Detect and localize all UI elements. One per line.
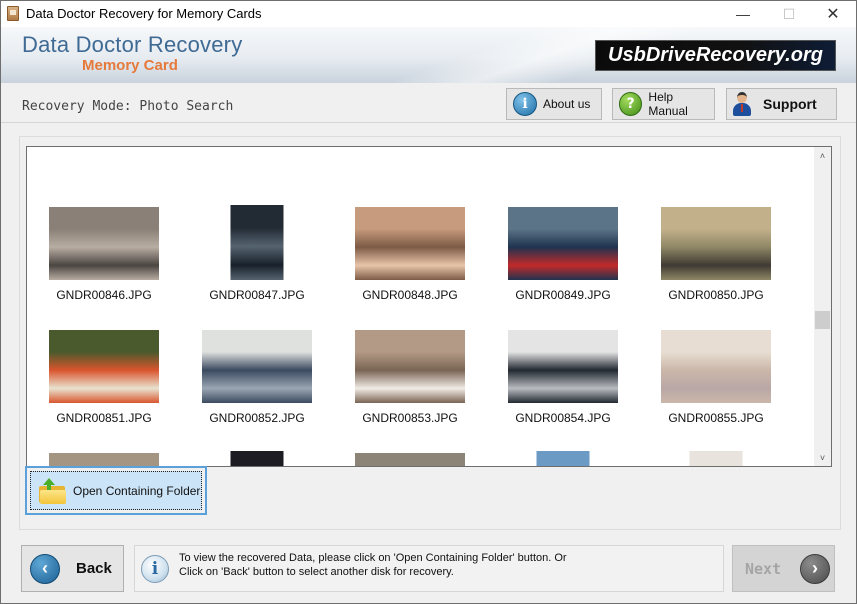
next-button-disabled[interactable]: Next ›: [732, 545, 835, 592]
photo-thumbnail[interactable]: [689, 451, 743, 466]
support-person-icon: [733, 92, 751, 116]
help-manual-button[interactable]: ? Help Manual: [612, 88, 715, 120]
info-icon: i: [141, 555, 169, 583]
photo-item[interactable]: GNDR00853.JPG: [335, 315, 485, 425]
info-message: To view the recovered Data, please click…: [179, 551, 567, 579]
info-message-box: i To view the recovered Data, please cli…: [134, 545, 724, 592]
next-arrow-icon: ›: [800, 553, 830, 584]
photo-item[interactable]: GNDR00858.JPG: [335, 438, 485, 466]
photo-gallery[interactable]: GNDR00846.JPG GNDR00847.JPG GNDR00848.JPG G…: [26, 146, 832, 467]
photo-thumbnail[interactable]: [355, 330, 465, 403]
about-us-label: About us: [543, 97, 591, 111]
back-button[interactable]: ‹ Back: [21, 545, 124, 592]
site-badge: UsbDriveRecovery.org: [595, 40, 836, 71]
photo-item[interactable]: GNDR00850.JPG: [641, 192, 791, 302]
photo-thumbnail[interactable]: [230, 205, 284, 280]
open-folder-label: Open Containing Folder: [73, 483, 201, 498]
back-arrow-icon: ‹: [30, 553, 60, 584]
photo-filename: GNDR00852.JPG: [209, 411, 305, 425]
photo-thumbnail[interactable]: [536, 451, 590, 466]
question-icon: ?: [619, 92, 643, 116]
photo-item[interactable]: GNDR00851.JPG: [29, 315, 179, 425]
window-title: Data Doctor Recovery for Memory Cards: [26, 6, 262, 21]
title-bar: Data Doctor Recovery for Memory Cards — …: [1, 1, 856, 27]
photo-filename: GNDR00854.JPG: [515, 411, 611, 425]
photo-thumbnail[interactable]: [661, 207, 771, 280]
header-banner: Data Doctor Recovery Memory Card UsbDriv…: [1, 27, 856, 83]
folder-open-icon: [39, 477, 67, 504]
photo-filename: GNDR00851.JPG: [56, 411, 152, 425]
photo-item[interactable]: GNDR00857.JPG: [182, 438, 332, 466]
photo-thumbnail[interactable]: [355, 453, 465, 466]
photo-thumbnail[interactable]: [355, 207, 465, 280]
photo-thumbnail[interactable]: [49, 453, 159, 466]
photo-item[interactable]: GNDR00855.JPG: [641, 315, 791, 425]
brand-subtitle: Memory Card: [82, 57, 178, 74]
support-label: Support: [763, 96, 817, 112]
photo-item[interactable]: GNDR00852.JPG: [182, 315, 332, 425]
photo-filename: GNDR00855.JPG: [668, 411, 764, 425]
scroll-up-arrow-icon[interactable]: ˄: [814, 147, 831, 164]
recovery-mode-label: Recovery Mode: Photo Search: [22, 99, 234, 114]
site-badge-text: UsbDriveRecovery.org: [608, 44, 823, 66]
photo-thumbnail[interactable]: [508, 330, 618, 403]
minimize-button[interactable]: —: [720, 1, 766, 27]
maximize-button[interactable]: ☐: [766, 1, 812, 27]
photo-item[interactable]: GNDR00854.JPG: [488, 315, 638, 425]
photo-item[interactable]: GNDR00856.JPG: [29, 438, 179, 466]
photo-thumbnail[interactable]: [661, 330, 771, 403]
open-containing-folder-button[interactable]: Open Containing Folder: [25, 466, 207, 515]
photo-item[interactable]: GNDR00847.JPG: [182, 192, 332, 302]
about-us-button[interactable]: i About us: [506, 88, 602, 120]
photo-item[interactable]: GNDR00860.JPG: [641, 438, 791, 466]
photo-thumbnail[interactable]: [49, 207, 159, 280]
app-window: Data Doctor Recovery for Memory Cards — …: [0, 0, 857, 604]
app-icon: [7, 6, 19, 21]
back-label: Back: [76, 560, 112, 577]
photo-thumbnail[interactable]: [508, 207, 618, 280]
photo-thumbnail[interactable]: [230, 451, 284, 466]
photo-item[interactable]: GNDR00859.JPG: [488, 438, 638, 466]
photo-filename: GNDR00850.JPG: [668, 288, 764, 302]
mode-toolbar: Recovery Mode: Photo Search i About us ?…: [1, 83, 856, 123]
support-button[interactable]: Support: [726, 88, 837, 120]
photo-thumbnail[interactable]: [202, 330, 312, 403]
gallery-scrollbar[interactable]: ˄ ˅: [814, 147, 831, 466]
info-icon: i: [513, 92, 537, 116]
brand-title: Data Doctor Recovery: [22, 32, 243, 57]
photo-filename: GNDR00853.JPG: [362, 411, 458, 425]
photo-filename: GNDR00848.JPG: [362, 288, 458, 302]
photo-item[interactable]: GNDR00849.JPG: [488, 192, 638, 302]
close-button[interactable]: ✕: [810, 1, 856, 27]
scroll-down-arrow-icon[interactable]: ˅: [814, 449, 831, 466]
info-line-2: Click on 'Back' button to select another…: [179, 566, 454, 578]
help-manual-label: Help Manual: [648, 90, 688, 118]
photo-thumbnail[interactable]: [49, 330, 159, 403]
photo-filename: GNDR00849.JPG: [515, 288, 611, 302]
photo-item[interactable]: GNDR00846.JPG: [29, 192, 179, 302]
photo-filename: GNDR00846.JPG: [56, 288, 152, 302]
photo-filename: GNDR00847.JPG: [209, 288, 305, 302]
scrollbar-thumb[interactable]: [815, 310, 830, 329]
photo-item[interactable]: GNDR00848.JPG: [335, 192, 485, 302]
info-line-1: To view the recovered Data, please click…: [179, 552, 567, 564]
next-label: Next: [745, 559, 782, 578]
